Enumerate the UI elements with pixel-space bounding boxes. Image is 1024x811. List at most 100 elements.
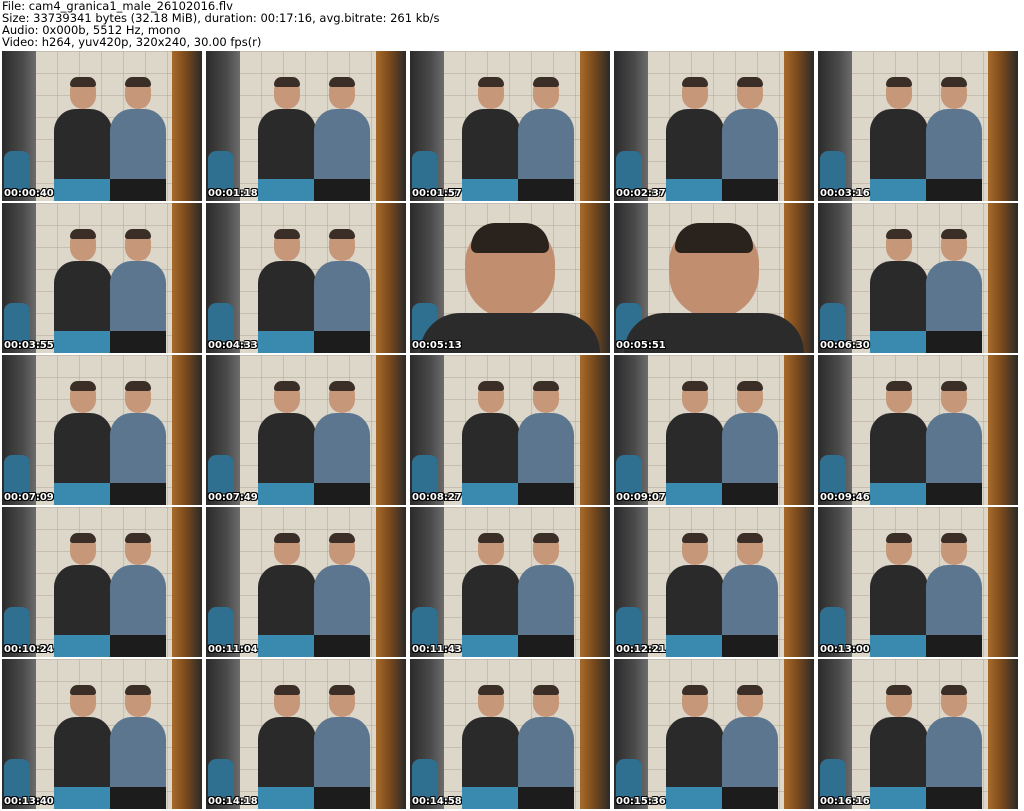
- hanging-coat: [820, 303, 846, 343]
- person-hair: [737, 533, 763, 543]
- person-hair: [274, 229, 300, 239]
- thumbnail-timestamp: 00:05:13: [412, 340, 462, 351]
- person-hair: [478, 533, 504, 543]
- person-hair: [329, 685, 355, 695]
- person-pants: [462, 179, 520, 201]
- thumbnail-timestamp: 00:14:18: [208, 796, 258, 807]
- person-pants: [518, 483, 574, 505]
- door-frame: [376, 203, 406, 353]
- hanging-coat: [616, 455, 642, 495]
- person-hair: [125, 229, 151, 239]
- person-pants: [314, 635, 370, 657]
- person-pants: [110, 331, 166, 353]
- video-thumbnail: 00:09:46: [818, 355, 1018, 505]
- person-hair: [329, 229, 355, 239]
- person-pants: [518, 635, 574, 657]
- person-hair: [941, 77, 967, 87]
- person-pants: [462, 787, 520, 809]
- person-pants: [314, 331, 370, 353]
- person-pants: [54, 483, 112, 505]
- person-pants: [110, 179, 166, 201]
- thumbnail-timestamp: 00:04:33: [208, 340, 258, 351]
- hanging-coat: [412, 455, 438, 495]
- person-hair: [682, 381, 708, 391]
- person-pants: [666, 787, 724, 809]
- door-frame: [376, 355, 406, 505]
- person-hair: [478, 77, 504, 87]
- person-pants: [258, 635, 316, 657]
- person-hair: [125, 533, 151, 543]
- person-hair: [125, 381, 151, 391]
- person-pants: [314, 483, 370, 505]
- hanging-coat: [820, 759, 846, 799]
- video-thumbnail: 00:00:40: [2, 51, 202, 201]
- thumbnail-timestamp: 00:03:55: [4, 340, 54, 351]
- hanging-coat: [820, 455, 846, 495]
- video-thumbnail: 00:11:43: [410, 507, 610, 657]
- person-hair: [274, 533, 300, 543]
- door-frame: [172, 507, 202, 657]
- thumbnail-timestamp: 00:13:40: [4, 796, 54, 807]
- person-hair: [274, 685, 300, 695]
- person-hair: [682, 77, 708, 87]
- hanging-coat: [820, 151, 846, 191]
- hanging-coat: [412, 759, 438, 799]
- hanging-coat: [4, 759, 30, 799]
- video-thumbnail: 00:01:57: [410, 51, 610, 201]
- person-pants: [518, 787, 574, 809]
- thumbnail-timestamp: 00:09:07: [616, 492, 666, 503]
- door-frame: [172, 203, 202, 353]
- hanging-coat: [412, 607, 438, 647]
- thumbnail-timestamp: 00:10:24: [4, 644, 54, 655]
- door-frame: [580, 507, 610, 657]
- hanging-coat: [616, 151, 642, 191]
- door-frame: [988, 355, 1018, 505]
- person-hair: [70, 229, 96, 239]
- person-hair: [70, 381, 96, 391]
- person-pants: [926, 179, 982, 201]
- video-thumbnail: 00:15:36: [614, 659, 814, 809]
- thumbnail-timestamp: 00:07:49: [208, 492, 258, 503]
- person-pants: [258, 331, 316, 353]
- person-hair: [682, 533, 708, 543]
- thumbnail-timestamp: 00:09:46: [820, 492, 870, 503]
- person-pants: [110, 635, 166, 657]
- hanging-coat: [208, 303, 234, 343]
- file-info-header: File: cam4_granica1_male_26102016.flv Si…: [2, 0, 1022, 50]
- person-pants: [314, 179, 370, 201]
- video-thumbnail: 00:01:18: [206, 51, 406, 201]
- hanging-coat: [208, 455, 234, 495]
- person-hair: [737, 381, 763, 391]
- hanging-coat: [208, 759, 234, 799]
- person-pants: [722, 787, 778, 809]
- video-thumbnail: 00:07:49: [206, 355, 406, 505]
- person-pants: [54, 179, 112, 201]
- person-hair: [737, 77, 763, 87]
- person-hair: [886, 381, 912, 391]
- door-frame: [376, 659, 406, 809]
- person-pants: [870, 179, 928, 201]
- person-hair: [886, 77, 912, 87]
- thumbnail-timestamp: 00:05:51: [616, 340, 666, 351]
- person-hair: [533, 685, 559, 695]
- person-pants: [666, 635, 724, 657]
- person-pants: [314, 787, 370, 809]
- thumbnail-timestamp: 00:14:58: [412, 796, 462, 807]
- person-pants: [870, 787, 928, 809]
- person-pants: [110, 483, 166, 505]
- video-thumbnail: 00:07:09: [2, 355, 202, 505]
- person-pants: [666, 179, 724, 201]
- person-hair: [125, 77, 151, 87]
- thumbnail-timestamp: 00:01:57: [412, 188, 462, 199]
- person-pants: [722, 483, 778, 505]
- video-thumbnail: 00:13:40: [2, 659, 202, 809]
- person-hair: [886, 685, 912, 695]
- person-hair: [274, 381, 300, 391]
- person-hair: [941, 685, 967, 695]
- person-pants: [462, 483, 520, 505]
- person-pants: [926, 331, 982, 353]
- person-pants: [54, 787, 112, 809]
- thumbnail-timestamp: 00:02:37: [616, 188, 666, 199]
- video-thumbnail: 00:04:33: [206, 203, 406, 353]
- thumbnail-timestamp: 00:12:21: [616, 644, 666, 655]
